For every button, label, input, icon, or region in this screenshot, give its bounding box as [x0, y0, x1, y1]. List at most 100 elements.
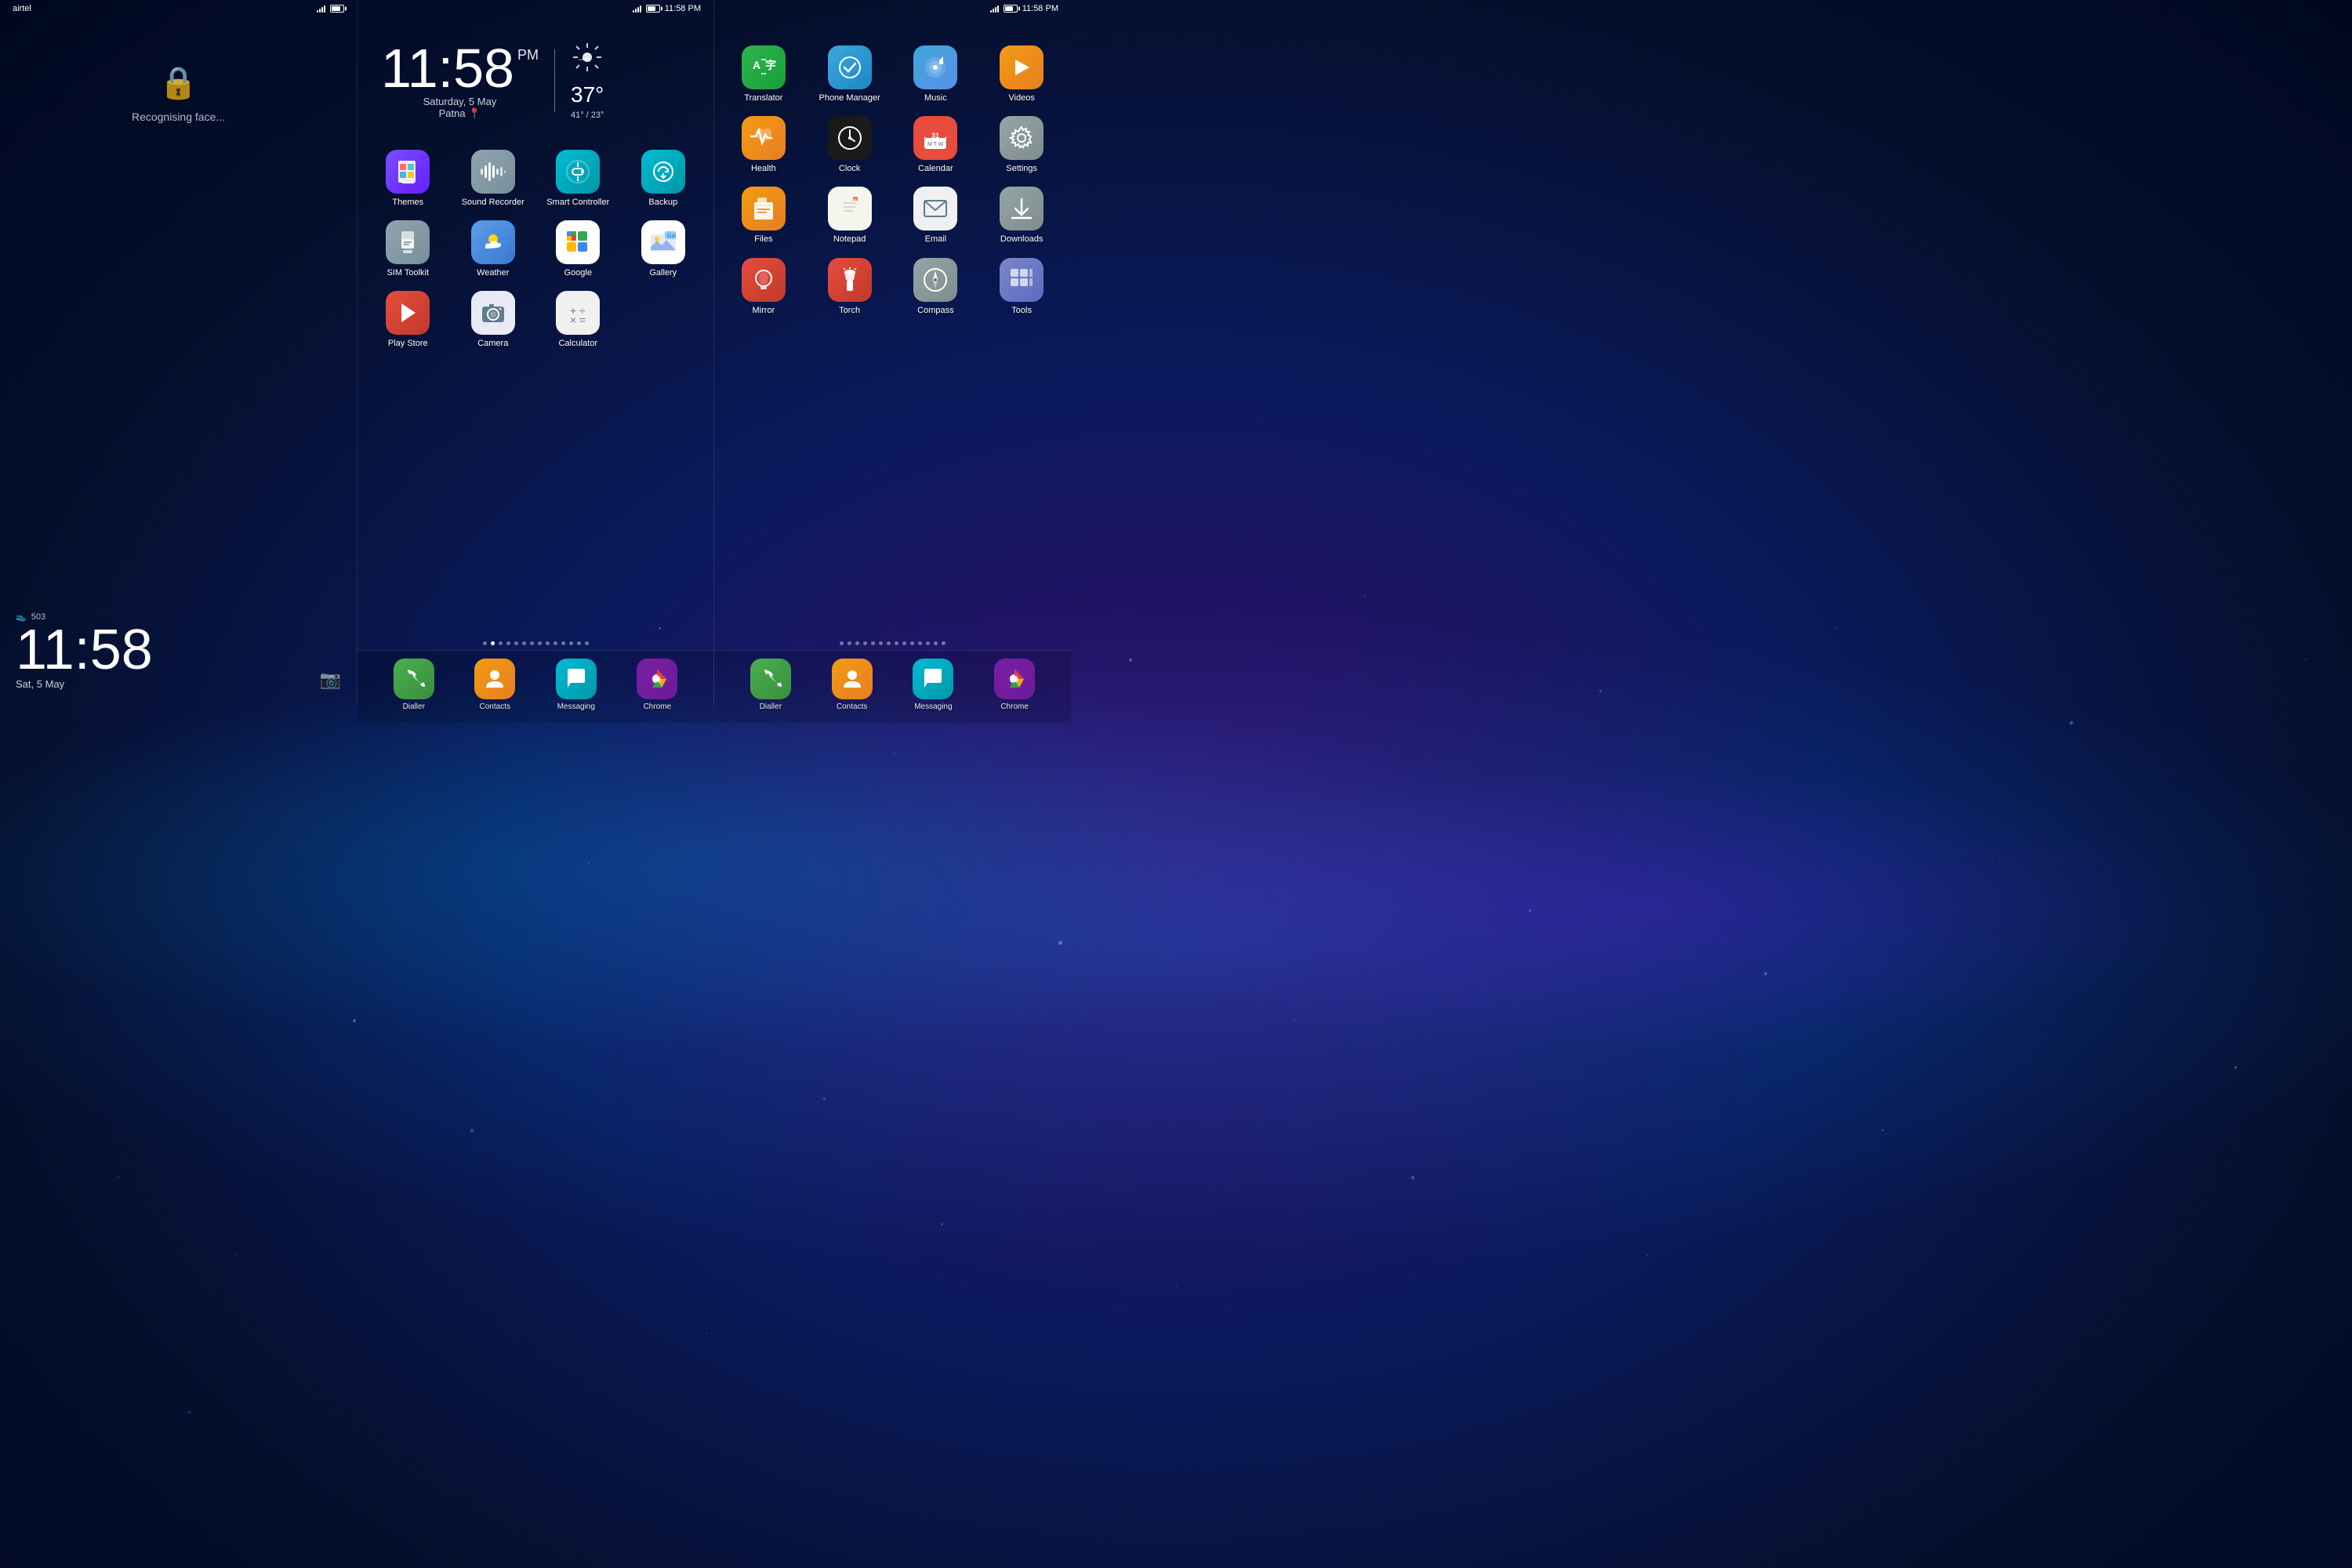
home-screen-2-panel: 11:58 PM A 字 Translator	[713, 0, 1071, 706]
videos-label: Videos	[1008, 93, 1034, 103]
sparkle-dot	[2305, 659, 2307, 660]
home1-time: 11:58 PM	[665, 4, 701, 13]
dock-chrome[interactable]: Chrome	[637, 659, 677, 711]
h1-signal-bar-4	[640, 5, 641, 13]
lock-signal-bars	[317, 5, 325, 13]
app-files[interactable]: Files	[720, 180, 807, 251]
translator-icon: A 字	[742, 45, 786, 89]
home1-battery	[646, 5, 660, 13]
app-clock[interactable]: Clock	[807, 110, 893, 180]
app-health[interactable]: Health	[720, 110, 807, 180]
mirror-label: Mirror	[753, 306, 775, 316]
h2-dot-10	[910, 641, 914, 645]
home1-weather-range: 41° / 23°	[571, 111, 604, 120]
sim-toolkit-label: SIM Toolkit	[387, 268, 429, 278]
dot-6	[522, 641, 526, 645]
health-label: Health	[751, 164, 776, 174]
app-videos[interactable]: Videos	[978, 39, 1065, 110]
app-weather[interactable]: Weather	[451, 214, 536, 285]
svg-text:M T W T: M T W T	[927, 142, 949, 147]
sparkle-dot	[894, 753, 895, 754]
sparkle-dot	[2070, 721, 2073, 724]
sim-toolkit-icon	[386, 220, 430, 264]
app-compass[interactable]: Compass	[893, 252, 979, 322]
app-play-store[interactable]: Play Store	[365, 285, 451, 355]
home1-status-bar: 11:58 PM	[358, 0, 713, 17]
mirror-icon	[742, 258, 786, 302]
home2-content: A 字 Translator Phone Manager	[714, 17, 1071, 723]
app-phone-manager[interactable]: Phone Manager	[807, 39, 893, 110]
h2-dot-13	[934, 641, 938, 645]
calculator-label: Calculator	[558, 339, 597, 349]
lock-battery-icon	[330, 5, 344, 13]
app-themes[interactable]: Themes	[365, 143, 451, 214]
svg-text:31: 31	[931, 132, 939, 140]
h1-signal-bar-3	[637, 7, 639, 13]
app-settings[interactable]: Settings	[978, 110, 1065, 180]
app-torch[interactable]: Torch	[807, 252, 893, 322]
dock2-messaging[interactable]: Messaging	[913, 659, 953, 711]
signal-bar-2	[319, 9, 321, 13]
dock2-contacts[interactable]: Contacts	[832, 659, 873, 711]
h2-dot-3	[855, 641, 859, 645]
dock2-dialler[interactable]: Dialler	[750, 659, 791, 711]
backup-icon	[641, 150, 685, 194]
sparkle-dot	[1999, 862, 2001, 864]
contacts2-dock-icon	[832, 659, 873, 699]
dialler-dock-icon	[394, 659, 434, 699]
sparkle-dot	[706, 1333, 707, 1334]
weather-app-label: Weather	[477, 268, 509, 278]
email-icon	[913, 187, 957, 230]
app-calculator[interactable]: + ÷ × = Calculator	[535, 285, 621, 355]
dock2-chrome[interactable]: Chrome	[994, 659, 1035, 711]
dot-8	[538, 641, 542, 645]
sparkle-dot	[188, 1411, 191, 1414]
compass-icon	[913, 258, 957, 302]
dock-dialler[interactable]: Dialler	[394, 659, 434, 711]
home1-page-dots	[358, 637, 713, 650]
dot-5	[514, 641, 518, 645]
downloads-icon	[1000, 187, 1044, 230]
app-translator[interactable]: A 字 Translator	[720, 39, 807, 110]
translator-label: Translator	[744, 93, 782, 103]
app-downloads[interactable]: Downloads	[978, 180, 1065, 251]
app-tools[interactable]: Tools	[978, 252, 1065, 322]
camera-app-icon	[471, 291, 515, 335]
calculator-icon: + ÷ × =	[556, 291, 600, 335]
app-backup[interactable]: Backup	[621, 143, 706, 214]
h2-signal-bar-4	[997, 5, 999, 13]
app-smart-controller[interactable]: Smart Controller	[535, 143, 621, 214]
app-email[interactable]: Email	[893, 180, 979, 251]
dock-contacts[interactable]: Contacts	[474, 659, 515, 711]
h2-dot-14	[942, 641, 946, 645]
google-icon	[556, 220, 600, 264]
app-camera[interactable]: Camera	[451, 285, 536, 355]
app-gallery[interactable]: Gal Gallery	[621, 214, 706, 285]
clock-label: Clock	[839, 164, 861, 174]
weather-sun-svg	[572, 42, 603, 73]
h2-dot-4	[863, 641, 867, 645]
smart-controller-label: Smart Controller	[546, 198, 609, 208]
sparkle-dot	[1058, 941, 1062, 945]
app-sim-toolkit[interactable]: SIM Toolkit	[365, 214, 451, 285]
recognising-text: Recognising face...	[132, 111, 225, 123]
app-music[interactable]: Music	[893, 39, 979, 110]
dock-messaging[interactable]: Messaging	[556, 659, 597, 711]
sparkle-dot	[1529, 909, 1531, 912]
app-mirror[interactable]: Mirror	[720, 252, 807, 322]
app-calendar[interactable]: 31 M T W T Calendar	[893, 110, 979, 180]
phone-manager-label: Phone Manager	[818, 93, 880, 103]
app-notepad[interactable]: Notepad	[807, 180, 893, 251]
app-sound-recorder[interactable]: Sound Recorder	[451, 143, 536, 214]
h2-dot-2	[848, 641, 851, 645]
google-label: Google	[564, 268, 592, 278]
app-google[interactable]: Google	[535, 214, 621, 285]
backup-label: Backup	[648, 198, 677, 208]
dot-2	[491, 641, 495, 645]
clock-weather-divider	[554, 49, 555, 112]
camera-shortcut-icon[interactable]: 📷	[320, 670, 341, 690]
sparkle-dot	[118, 1176, 119, 1178]
h2-signal-bar-3	[995, 7, 996, 13]
home2-status-right: 11:58 PM	[990, 4, 1058, 13]
smart-controller-icon	[556, 150, 600, 194]
